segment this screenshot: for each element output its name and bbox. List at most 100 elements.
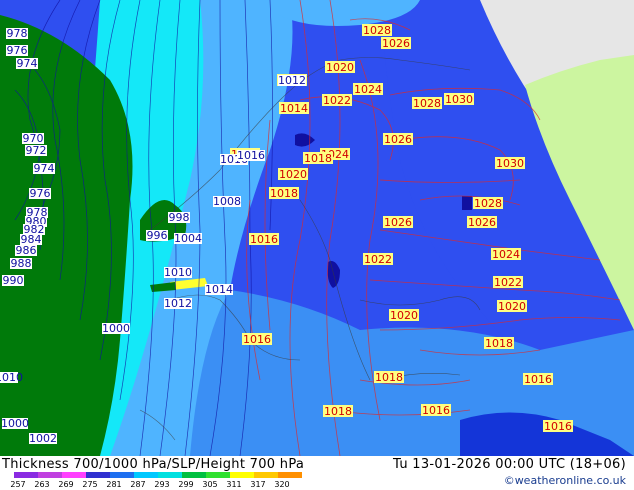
svg-text:1000: 1000 [1, 417, 29, 430]
colorbar-swatch [230, 472, 254, 478]
height-label-25: 1012 [278, 74, 306, 87]
svg-text:976: 976 [7, 44, 28, 57]
colorbar-swatch [62, 472, 86, 478]
colorbar-label: 311 [226, 480, 241, 488]
slp-label-26: 1018 [484, 337, 514, 350]
svg-text:988: 988 [11, 257, 32, 270]
svg-text:986: 986 [16, 244, 37, 257]
slp-label-7: 1028 [412, 97, 442, 110]
height-label-1: 978 [6, 27, 28, 40]
svg-text:1010: 1010 [0, 371, 23, 384]
height-label-14: 990 [2, 274, 24, 287]
slp-label-27: 1016 [523, 373, 553, 386]
slp-label-1: 1028 [362, 24, 392, 37]
height-label-19: 1010 [164, 266, 192, 279]
colorbar-swatch [206, 472, 230, 478]
height-label-21: 1000 [102, 322, 130, 335]
svg-text:1016: 1016 [422, 404, 450, 417]
svg-text:1018: 1018 [324, 405, 352, 418]
svg-text:1026: 1026 [468, 216, 496, 229]
colorbar-label: 317 [250, 480, 265, 488]
svg-text:1026: 1026 [382, 37, 410, 50]
colorbar-label: 269 [58, 480, 73, 488]
height-label-16: 998 [168, 211, 190, 224]
colorbar-label: 275 [82, 480, 97, 488]
colorbar-swatch [134, 472, 158, 478]
svg-text:996: 996 [147, 229, 168, 242]
svg-text:990: 990 [3, 274, 24, 287]
svg-text:1016: 1016 [237, 149, 265, 162]
svg-text:1028: 1028 [363, 24, 391, 37]
svg-text:1030: 1030 [496, 157, 524, 170]
svg-text:1022: 1022 [323, 94, 351, 107]
slp-label-4: 1022 [322, 94, 352, 107]
slp-label-25: 1020 [497, 300, 527, 313]
svg-text:978: 978 [7, 27, 28, 40]
svg-text:1024: 1024 [492, 248, 520, 261]
colorbar-swatch [254, 472, 278, 478]
colorbar: 257 263 269 275 281 287 293 299 305 311 317 320 [10, 472, 302, 488]
colorbar-swatch [38, 472, 62, 478]
colorbar-label: 263 [34, 480, 49, 488]
svg-text:1012: 1012 [278, 74, 306, 87]
svg-text:1024: 1024 [354, 83, 382, 96]
svg-text:1028: 1028 [474, 197, 502, 210]
slp-label-22: 1024 [491, 248, 521, 261]
svg-text:974: 974 [34, 162, 55, 175]
slp-label-15: 1016 [249, 233, 279, 246]
colorbar-label: 281 [106, 480, 121, 488]
height-label-3: 974 [16, 57, 38, 70]
svg-text:1004: 1004 [174, 232, 202, 245]
colorbar-label: 305 [202, 480, 217, 488]
slp-label-16: 1018 [303, 152, 333, 165]
height-label-22: 1002 [29, 432, 57, 445]
svg-text:1012: 1012 [164, 297, 192, 310]
slp-label-29: 1018 [374, 371, 404, 384]
slp-label-13: 1014 [279, 102, 309, 115]
svg-text:1026: 1026 [384, 133, 412, 146]
svg-text:1018: 1018 [304, 152, 332, 165]
svg-text:1010: 1010 [164, 266, 192, 279]
slp-label-5: 1024 [353, 83, 383, 96]
height-label-23: 1000 [1, 417, 29, 430]
slp-label-20: 1028 [473, 197, 503, 210]
map-title: Thickness 700/1000 hPa/SLP/Height 700 hP… [2, 457, 305, 472]
svg-text:976: 976 [30, 187, 51, 200]
height-label-6: 974 [33, 162, 55, 175]
slp-label-21: 1026 [383, 216, 413, 229]
colorbar-label: 257 [10, 480, 25, 488]
height-label-5: 972 [25, 144, 47, 157]
svg-text:974: 974 [17, 57, 38, 70]
svg-text:1014: 1014 [205, 283, 233, 296]
svg-text:1008: 1008 [213, 195, 241, 208]
height-label-17: 1004 [174, 232, 202, 245]
fill-dark-pool-2 [462, 196, 472, 210]
map-footer: Thickness 700/1000 hPa/SLP/Height 700 hP… [0, 456, 634, 490]
valid-time: Tu 13-01-2026 00:00 UTC (18+06) [393, 457, 626, 472]
svg-text:1022: 1022 [494, 276, 522, 289]
slp-label-30: 1018 [323, 405, 353, 418]
svg-text:1002: 1002 [29, 432, 57, 445]
height-label-18: 1008 [213, 195, 241, 208]
svg-text:1030: 1030 [445, 93, 473, 106]
slp-label-11: 1020 [278, 168, 308, 181]
height-label-13: 988 [10, 257, 32, 270]
height-label-15: 996 [146, 229, 168, 242]
svg-text:1020: 1020 [326, 61, 354, 74]
svg-text:1016: 1016 [524, 373, 552, 386]
credit-link[interactable]: ©weatheronline.co.uk [504, 474, 626, 487]
svg-text:1018: 1018 [485, 337, 513, 350]
height-label-27: 1016 [237, 149, 265, 162]
height-label-12: 986 [15, 244, 37, 257]
slp-label-18: 1026 [467, 216, 497, 229]
svg-text:1026: 1026 [384, 216, 412, 229]
colorbar-swatch [182, 472, 206, 478]
height-label-2: 976 [6, 44, 28, 57]
slp-label-24: 1020 [389, 309, 419, 322]
slp-label-2: 1026 [381, 37, 411, 50]
weather-map: 1028 1026 1020 1022 1024 1022 1028 1030 … [0, 0, 634, 456]
height-label-28: 1010 [0, 371, 23, 384]
height-label-7: 976 [29, 187, 51, 200]
svg-text:998: 998 [169, 211, 190, 224]
slp-label-9: 1026 [383, 133, 413, 146]
